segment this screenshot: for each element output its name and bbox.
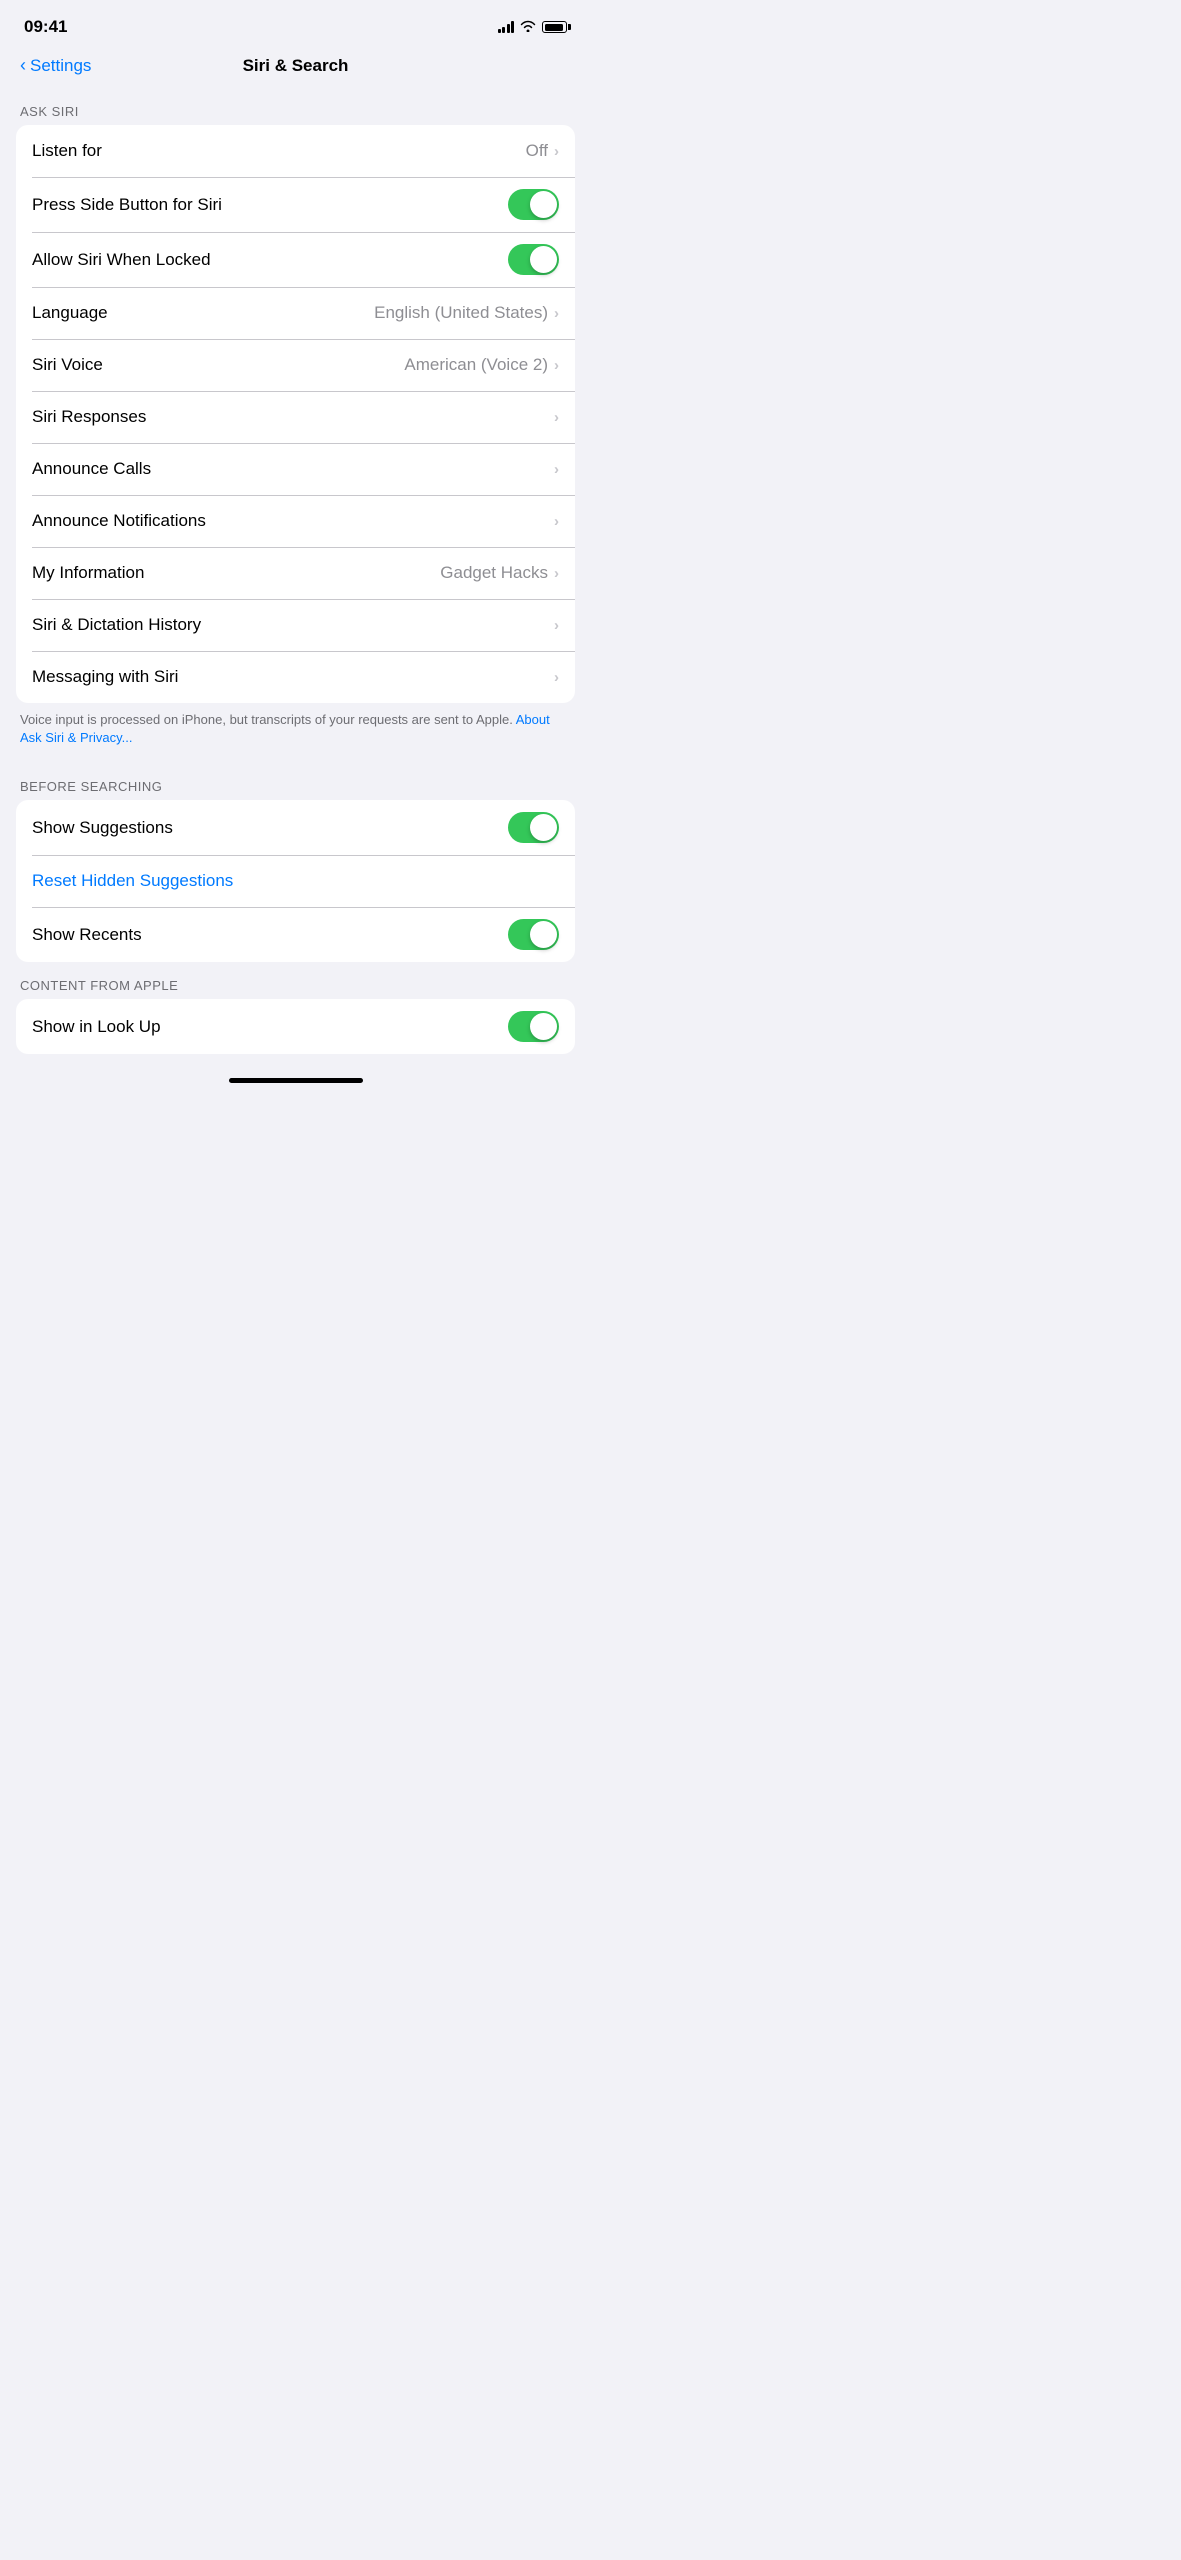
announce-notifications-label: Announce Notifications bbox=[32, 511, 206, 531]
my-information-value: Gadget Hacks bbox=[440, 563, 548, 583]
show-suggestions-toggle[interactable] bbox=[508, 812, 559, 843]
back-chevron-icon: ‹ bbox=[20, 55, 26, 76]
ask-siri-section-label: ASK SIRI bbox=[0, 88, 591, 125]
press-side-button-label: Press Side Button for Siri bbox=[32, 195, 222, 215]
siri-responses-chevron: › bbox=[554, 409, 559, 426]
language-value: English (United States) bbox=[374, 303, 548, 323]
home-bar bbox=[229, 1078, 363, 1083]
siri-responses-label: Siri Responses bbox=[32, 407, 146, 427]
siri-responses-right: › bbox=[554, 409, 559, 426]
press-side-button-thumb bbox=[530, 191, 557, 218]
show-in-look-up-toggle[interactable] bbox=[508, 1011, 559, 1042]
show-recents-row[interactable]: Show Recents bbox=[16, 907, 575, 962]
allow-locked-toggle[interactable] bbox=[508, 244, 559, 275]
ask-siri-card: Listen for Off › Press Side Button for S… bbox=[16, 125, 575, 703]
press-side-button-toggle[interactable] bbox=[508, 189, 559, 220]
nav-header: ‹ Settings Siri & Search bbox=[0, 48, 591, 88]
show-suggestions-thumb bbox=[530, 814, 557, 841]
reset-hidden-suggestions-row[interactable]: Reset Hidden Suggestions bbox=[16, 855, 575, 907]
siri-voice-row[interactable]: Siri Voice American (Voice 2) › bbox=[16, 339, 575, 391]
show-recents-toggle[interactable] bbox=[508, 919, 559, 950]
announce-calls-chevron: › bbox=[554, 461, 559, 478]
press-side-button-row[interactable]: Press Side Button for Siri bbox=[16, 177, 575, 232]
signal-icon bbox=[498, 21, 515, 33]
siri-voice-right: American (Voice 2) › bbox=[404, 355, 559, 375]
siri-responses-row[interactable]: Siri Responses › bbox=[16, 391, 575, 443]
my-information-chevron: › bbox=[554, 565, 559, 582]
announce-notifications-chevron: › bbox=[554, 513, 559, 530]
language-label: Language bbox=[32, 303, 108, 323]
announce-notifications-right: › bbox=[554, 513, 559, 530]
reset-hidden-suggestions-label: Reset Hidden Suggestions bbox=[32, 871, 233, 891]
announce-calls-row[interactable]: Announce Calls › bbox=[16, 443, 575, 495]
messaging-with-siri-right: › bbox=[554, 669, 559, 686]
listen-for-value: Off bbox=[526, 141, 548, 161]
show-in-look-up-thumb bbox=[530, 1013, 557, 1040]
show-in-look-up-row[interactable]: Show in Look Up bbox=[16, 999, 575, 1054]
allow-locked-label: Allow Siri When Locked bbox=[32, 250, 211, 270]
listen-for-right: Off › bbox=[526, 141, 559, 161]
messaging-with-siri-label: Messaging with Siri bbox=[32, 667, 178, 687]
siri-voice-chevron: › bbox=[554, 357, 559, 374]
show-recents-thumb bbox=[530, 921, 557, 948]
announce-calls-label: Announce Calls bbox=[32, 459, 151, 479]
back-button-label: Settings bbox=[30, 56, 91, 76]
dictation-history-chevron: › bbox=[554, 617, 559, 634]
show-in-look-up-label: Show in Look Up bbox=[32, 1017, 161, 1037]
home-indicator bbox=[0, 1070, 591, 1089]
siri-voice-value: American (Voice 2) bbox=[404, 355, 548, 375]
language-row[interactable]: Language English (United States) › bbox=[16, 287, 575, 339]
my-information-label: My Information bbox=[32, 563, 144, 583]
before-searching-section-label: BEFORE SEARCHING bbox=[0, 763, 591, 800]
my-information-right: Gadget Hacks › bbox=[440, 563, 559, 583]
my-information-row[interactable]: My Information Gadget Hacks › bbox=[16, 547, 575, 599]
before-searching-card: Show Suggestions Reset Hidden Suggestion… bbox=[16, 800, 575, 962]
status-time: 09:41 bbox=[24, 17, 67, 37]
status-icons bbox=[498, 19, 568, 35]
wifi-icon bbox=[520, 19, 536, 35]
status-bar: 09:41 bbox=[0, 0, 591, 48]
back-button[interactable]: ‹ Settings bbox=[20, 56, 91, 76]
footer-text: Voice input is processed on iPhone, but … bbox=[20, 712, 513, 727]
listen-for-row[interactable]: Listen for Off › bbox=[16, 125, 575, 177]
messaging-with-siri-chevron: › bbox=[554, 669, 559, 686]
listen-for-label: Listen for bbox=[32, 141, 102, 161]
show-recents-label: Show Recents bbox=[32, 925, 142, 945]
listen-for-chevron: › bbox=[554, 143, 559, 160]
show-suggestions-row[interactable]: Show Suggestions bbox=[16, 800, 575, 855]
ask-siri-footer: Voice input is processed on iPhone, but … bbox=[0, 703, 591, 763]
dictation-history-right: › bbox=[554, 617, 559, 634]
language-right: English (United States) › bbox=[374, 303, 559, 323]
announce-calls-right: › bbox=[554, 461, 559, 478]
allow-locked-row[interactable]: Allow Siri When Locked bbox=[16, 232, 575, 287]
siri-voice-label: Siri Voice bbox=[32, 355, 103, 375]
content-from-apple-card: Show in Look Up bbox=[16, 999, 575, 1054]
show-suggestions-label: Show Suggestions bbox=[32, 818, 173, 838]
dictation-history-label: Siri & Dictation History bbox=[32, 615, 201, 635]
allow-locked-thumb bbox=[530, 246, 557, 273]
page-title: Siri & Search bbox=[243, 56, 349, 76]
content-from-apple-section-label: CONTENT FROM APPLE bbox=[0, 962, 591, 999]
battery-icon bbox=[542, 21, 567, 33]
dictation-history-row[interactable]: Siri & Dictation History › bbox=[16, 599, 575, 651]
messaging-with-siri-row[interactable]: Messaging with Siri › bbox=[16, 651, 575, 703]
language-chevron: › bbox=[554, 305, 559, 322]
announce-notifications-row[interactable]: Announce Notifications › bbox=[16, 495, 575, 547]
